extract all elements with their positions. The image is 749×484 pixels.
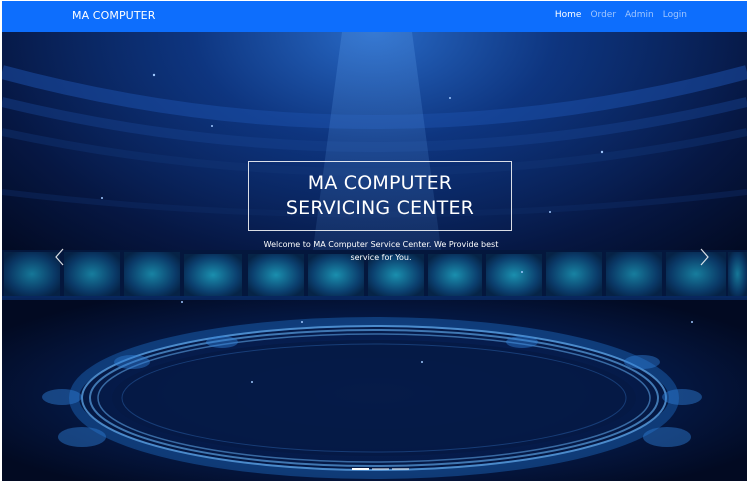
brand-link[interactable]: MA COMPUTER	[72, 9, 155, 22]
hero-subtitle-line2: service for You.	[350, 253, 412, 262]
carousel-indicator-1[interactable]	[352, 468, 369, 470]
carousel-indicator-3[interactable]	[392, 468, 409, 470]
nav-link-home[interactable]: Home	[555, 10, 582, 20]
page: MA COMPUTER Home Order Admin Login MA CO…	[0, 0, 749, 484]
nav-link-admin[interactable]: Admin	[625, 10, 654, 20]
hero-title-line1: MA COMPUTER	[307, 172, 453, 194]
navbar: MA COMPUTER Home Order Admin Login	[2, 1, 747, 32]
nav-links: Home Order Admin Login	[555, 10, 687, 20]
hero-title-box: MA COMPUTER SERVICING CENTER	[248, 161, 512, 231]
hero-carousel: MA COMPUTER SERVICING CENTER Welcome to …	[2, 32, 747, 481]
chevron-right-icon	[700, 248, 709, 266]
carousel-prev-button[interactable]	[50, 245, 70, 269]
carousel-indicator-2[interactable]	[372, 468, 389, 470]
nav-link-order[interactable]: Order	[590, 10, 616, 20]
nav-link-login[interactable]: Login	[663, 10, 687, 20]
hero-subtitle: Welcome to MA Computer Service Center. W…	[252, 238, 510, 264]
carousel-indicators	[352, 468, 409, 470]
hero-title-line2: SERVICING CENTER	[285, 197, 475, 219]
carousel-next-button[interactable]	[694, 245, 714, 269]
chevron-left-icon	[55, 248, 64, 266]
hero-subtitle-line1: Welcome to MA Computer Service Center. W…	[263, 240, 499, 249]
